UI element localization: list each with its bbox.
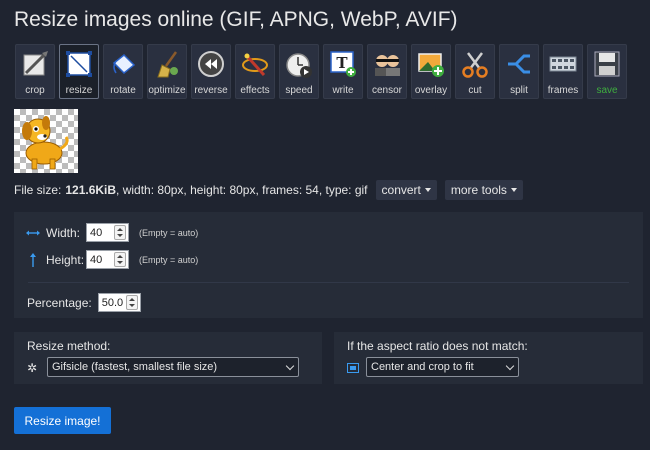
tool-cut[interactable]: cut: [455, 44, 495, 99]
image-preview: [14, 109, 78, 173]
tool-label: cut: [468, 85, 482, 96]
percentage-stepper[interactable]: [125, 295, 138, 310]
tool-label: resize: [65, 85, 93, 96]
convert-label: convert: [381, 183, 421, 197]
file-info: File size: 121.6KiB, width: 80px, height…: [14, 180, 523, 200]
height-input[interactable]: 40: [86, 250, 129, 269]
tool-save[interactable]: save: [587, 44, 627, 99]
aspect-ratio-panel: If the aspect ratio does not match: Cent…: [334, 332, 643, 384]
file-size: 121.6KiB: [65, 183, 117, 197]
aspect-ratio-select[interactable]: Center and crop to fit: [366, 357, 519, 377]
aspect-ratio-value: Center and crop to fit: [371, 361, 474, 373]
horizontal-arrows-icon: [26, 228, 40, 238]
width-input[interactable]: 40: [86, 223, 129, 242]
height-row: Height: 40 (Empty = auto): [26, 250, 198, 269]
resize-method-value: Gifsicle (fastest, smallest file size): [52, 361, 218, 373]
tool-write[interactable]: T write: [323, 44, 363, 99]
more-tools-label: more tools: [450, 183, 507, 197]
magic-wand-icon: [239, 48, 271, 80]
resize-icon: [63, 48, 95, 80]
chevron-down-icon: [505, 361, 515, 370]
tool-label: effects: [240, 85, 270, 96]
split-icon: [503, 48, 535, 80]
file-info-prefix: File size:: [14, 183, 62, 197]
tool-crop[interactable]: crop: [15, 44, 55, 99]
crop-icon: [19, 48, 51, 80]
stopwatch-icon: [283, 48, 315, 80]
rotate-icon: [107, 48, 139, 80]
tool-label: censor: [371, 85, 402, 96]
height-label: Height:: [46, 252, 85, 267]
tool-label: overlay: [414, 85, 448, 96]
height-stepper[interactable]: [114, 252, 126, 267]
vertical-arrow-icon: [26, 252, 40, 267]
censor-faces-icon: [371, 48, 403, 80]
percentage-input[interactable]: 50.0: [97, 293, 141, 312]
file-details: , width: 80px, height: 80px, frames: 54,…: [116, 183, 368, 197]
tool-optimize[interactable]: optimize: [147, 44, 187, 99]
percentage-value: 50.0: [101, 296, 124, 309]
gear-icon: ✲: [27, 361, 38, 375]
width-label: Width:: [46, 225, 81, 240]
tool-speed[interactable]: speed: [279, 44, 319, 99]
tool-label: rotate: [110, 85, 136, 96]
size-panel: Width: 40 (Empty = auto) Height: 40 (Emp…: [14, 212, 643, 318]
more-tools-dropdown[interactable]: more tools: [444, 180, 523, 200]
caret-down-icon: [424, 188, 431, 192]
resize-method-select[interactable]: Gifsicle (fastest, smallest file size): [47, 357, 299, 377]
tool-label: reverse: [194, 85, 228, 96]
resize-method-panel: Resize method: ✲ Gifsicle (fastest, smal…: [14, 332, 322, 384]
tool-label: optimize: [148, 85, 186, 96]
tool-label: frames: [547, 85, 579, 96]
convert-dropdown[interactable]: convert: [375, 180, 437, 200]
height-value: 40: [90, 253, 103, 266]
percentage-label: Percentage:: [27, 295, 92, 310]
percentage-row: Percentage: 50.0: [27, 293, 141, 312]
rewind-icon: [195, 48, 227, 80]
chevron-down-icon: [285, 361, 295, 370]
tool-rotate[interactable]: rotate: [103, 44, 143, 99]
broom-icon: [151, 48, 183, 80]
scissors-icon: [459, 48, 491, 80]
width-row: Width: 40 (Empty = auto): [26, 223, 198, 242]
tool-label: save: [596, 85, 618, 96]
tool-reverse[interactable]: reverse: [191, 44, 231, 99]
tool-split[interactable]: split: [499, 44, 539, 99]
width-stepper[interactable]: [114, 225, 126, 240]
width-hint: (Empty = auto): [139, 227, 199, 238]
tool-censor[interactable]: censor: [367, 44, 407, 99]
overlay-image-icon: [415, 48, 447, 80]
resize-image-button[interactable]: Resize image!: [14, 407, 111, 434]
tool-label: speed: [285, 85, 313, 96]
tool-effects[interactable]: effects: [235, 44, 275, 99]
height-hint: (Empty = auto): [139, 254, 199, 265]
tool-resize[interactable]: resize: [59, 44, 99, 99]
dog-animation-thumbnail: [22, 116, 69, 170]
tool-label: crop: [25, 85, 45, 96]
resize-method-label: Resize method:: [27, 339, 111, 353]
crop-frame-icon: [347, 362, 359, 376]
film-strip-icon: [547, 48, 579, 80]
tool-toolbar: crop resize rotate optimize reverse effe…: [15, 44, 627, 99]
caret-down-icon: [510, 188, 517, 192]
tool-overlay[interactable]: overlay: [411, 44, 451, 99]
divider: [28, 282, 629, 283]
floppy-disk-icon: [591, 48, 623, 80]
aspect-ratio-label: If the aspect ratio does not match:: [347, 339, 528, 353]
page-title: Resize images online (GIF, APNG, WebP, A…: [14, 8, 458, 31]
tool-frames[interactable]: frames: [543, 44, 583, 99]
tool-label: write: [332, 85, 354, 96]
width-value: 40: [90, 226, 103, 239]
svg-text:T: T: [336, 54, 348, 72]
text-icon: T: [327, 48, 359, 80]
tool-label: split: [510, 85, 528, 96]
